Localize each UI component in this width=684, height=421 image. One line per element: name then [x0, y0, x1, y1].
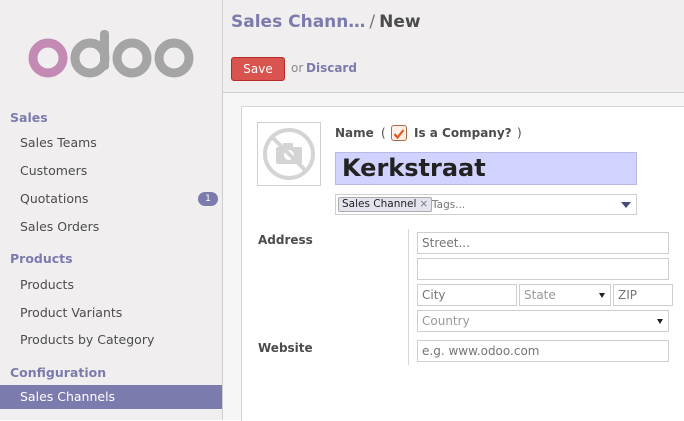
sidebar-item-products[interactable]: Products [0, 273, 222, 297]
no-camera-icon [263, 128, 315, 180]
is-company-checkbox[interactable] [391, 125, 407, 141]
section-products-title: Products [10, 251, 73, 266]
save-button[interactable]: Save [231, 57, 285, 81]
tag-remove-icon[interactable]: × [419, 198, 428, 210]
chevron-down-icon [599, 293, 605, 298]
tags-input[interactable] [432, 197, 612, 212]
sidebar-item-product-variants[interactable]: Product Variants [0, 301, 222, 325]
city-input[interactable] [417, 284, 517, 306]
sidebar-item-label: Products by Category [20, 332, 155, 347]
name-label: Name [335, 126, 374, 140]
street2-input[interactable] [417, 258, 669, 280]
sidebar-item-label: Sales Teams [20, 135, 97, 150]
address-label: Address [258, 233, 313, 247]
country-placeholder: Country [422, 314, 470, 328]
sidebar-item-products-by-category[interactable]: Products by Category [0, 328, 222, 352]
sidebar-item-sales-channels[interactable]: Sales Channels [0, 385, 222, 409]
website-input[interactable] [417, 340, 669, 362]
sidebar-item-label: Quotations [20, 191, 89, 206]
sidebar-item-label: Sales Channels [20, 389, 116, 404]
sidebar: Sales Sales Teams Customers Quotations 1 … [0, 0, 223, 420]
name-input[interactable]: Kerkstraat [335, 152, 637, 185]
sidebar-item-label: Product Variants [20, 305, 123, 320]
paren-open: ( [381, 126, 386, 140]
quotations-count-badge: 1 [198, 192, 218, 206]
chevron-down-icon[interactable] [621, 202, 631, 208]
sidebar-item-quotations[interactable]: Quotations 1 [0, 187, 222, 211]
sidebar-item-label: Customers [20, 163, 88, 178]
zip-input[interactable] [613, 284, 673, 306]
tag-sales-channel: Sales Channel × [338, 197, 433, 212]
tag-label: Sales Channel [342, 198, 417, 210]
discard-link[interactable]: Discard [306, 61, 357, 75]
sidebar-item-label: Products [20, 277, 74, 292]
section-configuration-title: Configuration [10, 365, 107, 380]
control-panel: Sales Chann… / New Save or Discard [223, 0, 684, 93]
or-text: or [291, 61, 304, 75]
breadcrumb-separator: / [369, 12, 376, 32]
paren-close: ) [517, 126, 522, 140]
section-sales-title: Sales [10, 110, 48, 125]
sidebar-item-customers[interactable]: Customers [0, 159, 222, 183]
odoo-logo[interactable] [28, 30, 198, 80]
tags-field[interactable]: Sales Channel × [335, 194, 637, 215]
breadcrumb: Sales Chann… / New [231, 12, 421, 32]
breadcrumb-current: New [379, 12, 421, 32]
divider [408, 229, 409, 365]
sidebar-item-sales-orders[interactable]: Sales Orders [0, 215, 222, 239]
chevron-down-icon [657, 319, 663, 324]
sidebar-item-sales-teams[interactable]: Sales Teams [0, 131, 222, 155]
image-placeholder[interactable] [257, 122, 321, 186]
country-select[interactable]: Country [417, 310, 669, 332]
sidebar-item-label: Sales Orders [20, 219, 100, 234]
state-placeholder: State [524, 288, 556, 302]
breadcrumb-parent-link[interactable]: Sales Chann… [231, 12, 365, 32]
check-icon [393, 129, 405, 140]
is-company-label: Is a Company? [414, 126, 512, 140]
state-select[interactable]: State [519, 284, 611, 306]
website-label: Website [258, 341, 313, 355]
street-input[interactable] [417, 232, 669, 254]
